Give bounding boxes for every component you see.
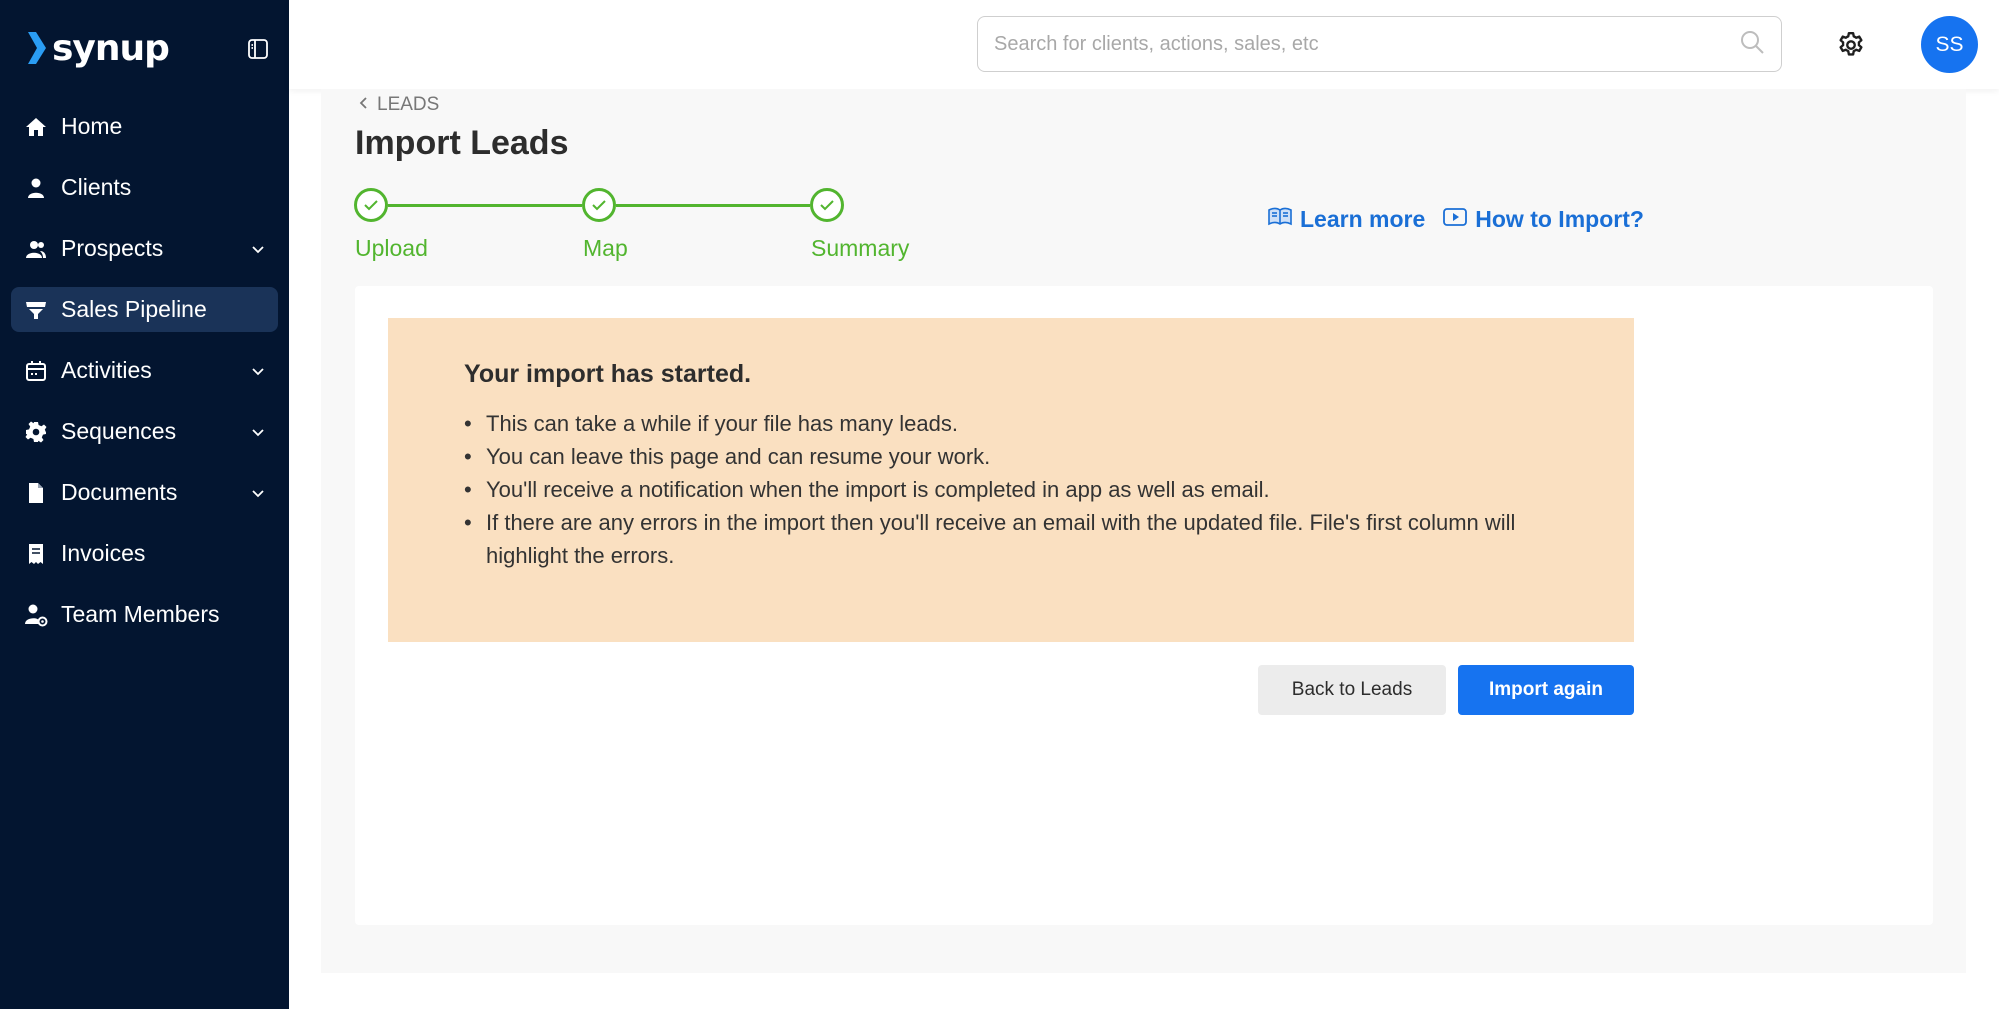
- learn-more-label: Learn more: [1300, 206, 1426, 232]
- sidebar-item-label: Invoices: [61, 540, 146, 566]
- document-icon: [24, 481, 48, 505]
- breadcrumb-leads[interactable]: LEADS: [377, 94, 439, 116]
- step-summary-check-icon: [810, 188, 844, 222]
- sidebar-item-activities[interactable]: Activities: [11, 348, 278, 393]
- chevron-down-icon[interactable]: [250, 485, 266, 501]
- video-play-icon: [1443, 206, 1468, 233]
- sidebar-item-label: Team Members: [61, 601, 220, 627]
- step-label-map: Map: [583, 235, 628, 261]
- learn-more-link[interactable]: Learn more: [1268, 206, 1425, 233]
- chevron-left-icon: [357, 94, 369, 116]
- synup-logo-icon: [28, 32, 46, 64]
- list-item: This can take a while if your file has m…: [464, 407, 1574, 440]
- cog-icon: [24, 420, 48, 444]
- funnel-icon: [24, 298, 48, 322]
- step-label-upload: Upload: [355, 235, 428, 261]
- user-icon: [24, 176, 48, 200]
- page-title: Import Leads: [355, 124, 569, 162]
- step-map-check-icon: [582, 188, 616, 222]
- chevron-down-icon[interactable]: [250, 424, 266, 440]
- how-to-import-link[interactable]: How to Import?: [1443, 206, 1644, 233]
- list-item: You'll receive a notification when the i…: [464, 473, 1574, 506]
- users-icon: [24, 237, 48, 261]
- brand-name: synup: [52, 27, 170, 69]
- search-input[interactable]: [994, 32, 1739, 56]
- sidebar-item-label: Documents: [61, 479, 178, 505]
- import-again-button[interactable]: Import again: [1458, 665, 1634, 715]
- sidebar-item-sales-pipeline[interactable]: Sales Pipeline: [11, 287, 278, 332]
- receipt-icon: [24, 542, 48, 566]
- sidebar-item-label: Clients: [61, 174, 132, 200]
- sidebar-item-label: Sales Pipeline: [61, 296, 207, 322]
- sidebar-item-label: Activities: [61, 357, 152, 383]
- list-item: You can leave this page and can resume y…: [464, 440, 1574, 473]
- sidebar-item-documents[interactable]: Documents: [11, 470, 278, 515]
- settings-gear-icon[interactable]: [1836, 30, 1866, 60]
- step-label-summary: Summary: [811, 235, 910, 261]
- topbar: SS: [289, 0, 1999, 89]
- sidebar-item-team-members[interactable]: Team Members: [11, 592, 278, 637]
- home-icon: [24, 115, 48, 139]
- back-to-leads-button[interactable]: Back to Leads: [1258, 665, 1446, 715]
- sidebar-item-invoices[interactable]: Invoices: [11, 531, 278, 576]
- sidebar-collapse-icon[interactable]: [246, 37, 270, 61]
- sidebar-nav: Home Clients Prospects Sales Pipeline Ac…: [11, 104, 278, 653]
- sidebar-item-home[interactable]: Home: [11, 104, 278, 149]
- sidebar: synup Home Clients Prospects Sales Pipel…: [0, 0, 289, 1009]
- sidebar-item-clients[interactable]: Clients: [11, 165, 278, 210]
- breadcrumb[interactable]: LEADS: [357, 94, 439, 116]
- brand-logo[interactable]: synup: [26, 27, 170, 69]
- step-connector: [616, 204, 810, 207]
- chevron-down-icon[interactable]: [250, 363, 266, 379]
- notice-list: This can take a while if your file has m…: [464, 407, 1574, 572]
- help-links: Learn more How to Import?: [1268, 206, 1644, 233]
- calendar-icon: [24, 359, 48, 383]
- list-item: If there are any errors in the import th…: [464, 506, 1574, 572]
- sidebar-item-sequences[interactable]: Sequences: [11, 409, 278, 454]
- sidebar-item-prospects[interactable]: Prospects: [11, 226, 278, 271]
- sidebar-item-label: Home: [61, 113, 123, 139]
- notice-title: Your import has started.: [464, 360, 752, 388]
- import-started-notice: Your import has started. This can take a…: [388, 318, 1634, 642]
- chevron-down-icon[interactable]: [250, 241, 266, 257]
- search-icon[interactable]: [1739, 29, 1765, 60]
- sidebar-item-label: Prospects: [61, 235, 164, 261]
- step-upload-check-icon: [354, 188, 388, 222]
- how-to-import-label: How to Import?: [1475, 206, 1644, 232]
- user-avatar[interactable]: SS: [1921, 16, 1978, 73]
- book-icon: [1268, 206, 1292, 233]
- user-settings-icon: [24, 603, 48, 627]
- search-box[interactable]: [977, 16, 1782, 72]
- import-stepper: Upload Map Summary: [354, 188, 914, 268]
- sidebar-item-label: Sequences: [61, 418, 177, 444]
- step-connector: [388, 204, 582, 207]
